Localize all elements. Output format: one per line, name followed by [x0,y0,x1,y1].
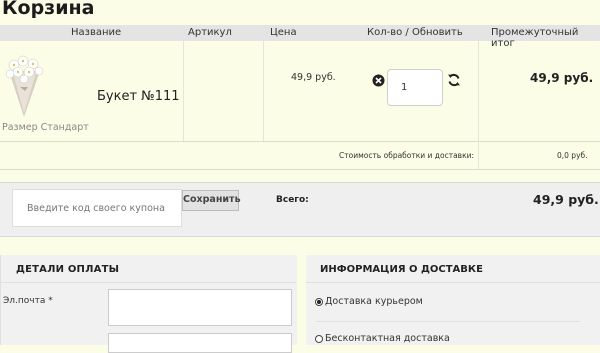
email-label: Эл.почта * [3,296,53,306]
delivery-title: ИНФОРМАЦИЯ О ДОСТАВКЕ [320,264,483,275]
save-coupon-button[interactable]: Сохранить [182,190,241,211]
divider [0,282,296,283]
shipping-label: Стоимость обработки и доставки: [339,151,475,160]
page-title: Корзина [2,0,95,19]
item-subtotal: 49,9 руб. [530,71,594,85]
col-name-header: Название [71,27,122,38]
next-field[interactable] [108,333,292,353]
shipping-row: Стоимость обработки и доставки: 0,0 руб. [0,141,600,170]
item-price: 49,9 руб. [291,72,336,83]
coupon-input[interactable] [12,189,182,227]
radio-selected[interactable] [315,297,323,306]
product-name-link[interactable]: Букет №111 [97,89,180,104]
total-label: Всего: [276,195,309,205]
column-divider [183,41,184,141]
col-article-header: Артикул [188,27,232,38]
cart-table-header: Название Артикул Цена Кол-во / Обновить … [0,25,600,49]
delivery-option-label: Доставка курьером [325,296,423,307]
product-image[interactable] [3,53,46,120]
quantity-input[interactable] [387,69,443,106]
divider [306,282,600,283]
refresh-icon[interactable] [447,73,461,87]
divider [316,321,580,322]
product-size: Размер Стандарт [2,122,89,133]
delivery-option-courier[interactable]: Доставка курьером [315,296,423,307]
shipping-value: 0,0 руб. [557,151,588,160]
total-value: 49,9 руб. [533,192,599,207]
col-qty-header: Кол-во / Обновить [367,27,463,38]
column-divider [478,141,479,169]
payment-title: ДЕТАЛИ ОПЛАТЫ [16,264,120,275]
column-divider [478,41,479,141]
column-divider [263,41,264,141]
col-price-header: Цена [270,27,297,38]
remove-item-icon[interactable] [372,74,385,87]
cart-item-row [0,41,600,142]
email-field[interactable] [108,289,292,326]
